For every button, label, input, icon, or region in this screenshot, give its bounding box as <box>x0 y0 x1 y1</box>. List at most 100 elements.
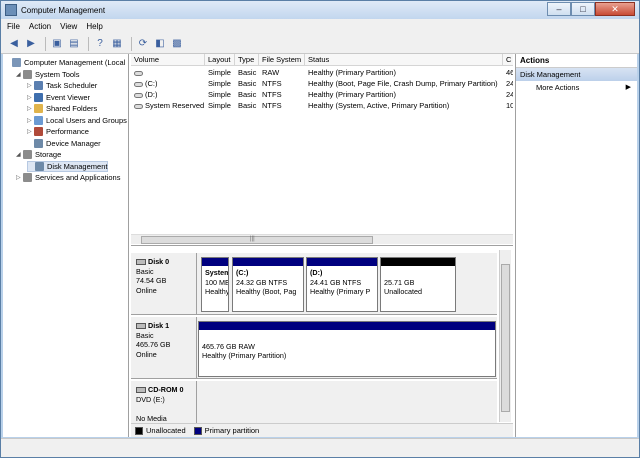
cell-text: Healthy (System, Active, Primary Partiti… <box>308 101 450 110</box>
disk-info-line: Basic <box>136 266 154 276</box>
tree-item-system-tools[interactable]: ◢ System Tools <box>16 69 79 80</box>
main-content: Computer Management (Local ◢ System Tools ▷… <box>3 54 637 437</box>
more-actions-item[interactable]: More Actions ▶ <box>516 81 637 94</box>
partition-line: 465.76 GB RAW <box>202 341 255 351</box>
cell-text: System Reserved <box>145 101 205 110</box>
column-header[interactable]: Status <box>305 54 503 66</box>
vertical-scrollbar[interactable] <box>499 250 511 422</box>
back-arrow-icon[interactable]: ◀ <box>7 37 21 51</box>
minimize-button[interactable]: – <box>547 2 571 16</box>
partition-block[interactable]: (C:) 24.32 GB NTFS Healthy (Boot, Pag <box>232 257 304 312</box>
disk-info-line: 465.76 GB <box>136 340 171 349</box>
tree-node-icon <box>23 150 32 159</box>
settings-icon[interactable]: ▩ <box>170 37 184 51</box>
disk-label-disk-0[interactable]: Disk 0 Basic 74.54 GB Online <box>131 253 197 315</box>
horizontal-scrollbar[interactable]: ||| <box>131 234 513 244</box>
column-header[interactable]: Volume <box>131 54 205 66</box>
volume-drive-icon <box>134 70 143 76</box>
column-header[interactable]: File System <box>259 54 305 66</box>
disk-info-line: Online <box>136 349 157 359</box>
partition-block[interactable]: 465.76 GB RAW Healthy (Primary Partition) <box>198 321 496 377</box>
cell-text: 24 <box>506 79 513 88</box>
partition-line: Healthy <box>205 287 228 296</box>
cell-text: Simple <box>208 90 231 99</box>
show-hide-tree-icon[interactable]: ▤ <box>67 37 81 51</box>
partition-title: (D:) <box>310 268 323 277</box>
disk-partition-row: 465.76 GB RAW Healthy (Primary Partition) <box>197 317 497 379</box>
cell-text: Basic <box>238 68 257 77</box>
cdrom-icon <box>136 387 146 394</box>
tree-item-disk-management[interactable]: Disk Management <box>27 160 109 172</box>
tree-item-storage[interactable]: ◢ Storage <box>16 149 61 160</box>
column-header[interactable]: Layout <box>205 54 235 66</box>
table-row[interactable]: (D:) Simple Basic NTFS Healthy (Primary Part… <box>131 89 513 100</box>
table-cell: Simple <box>205 67 235 78</box>
tree-item-computer-management-local[interactable]: Computer Management (Local <box>5 57 125 68</box>
forward-arrow-icon[interactable]: ▶ <box>24 37 38 51</box>
disk-map: Disk 0Basic74.54 GBOnlineSystem100 MEHea… <box>131 250 513 437</box>
column-header[interactable]: C <box>503 54 513 66</box>
refresh-icon[interactable]: ⟳ <box>136 37 150 51</box>
table-cell: Simple <box>205 89 235 100</box>
tree-item-shared-folders[interactable]: ▷ Shared Folders <box>27 103 97 114</box>
center-pane: Volume Layout Type File System Status C Simpl… <box>131 54 513 437</box>
cell-text: NTFS <box>262 101 282 110</box>
tree-node-icon <box>23 173 32 182</box>
partition-line: 24.41 GB NTFS <box>310 277 362 287</box>
expand-arrow-icon[interactable]: ▷ <box>27 117 34 124</box>
maximize-button[interactable]: □ <box>571 2 595 16</box>
menu-file[interactable]: File <box>7 22 20 31</box>
table-cell: Healthy (Primary Partition) <box>305 89 503 100</box>
tree-item-device-manager[interactable]: Device Manager <box>27 138 101 149</box>
cell-text: Healthy (Boot, Page File, Crash Dump, Pr… <box>308 79 498 88</box>
actions-section-disk-management[interactable]: Disk Management <box>516 68 637 81</box>
table-row[interactable]: Simple Basic RAW Healthy (Primary Partition… <box>131 67 513 78</box>
tree-item-task-scheduler[interactable]: ▷ Task Scheduler <box>27 80 97 91</box>
tree-item-local-users-and-groups[interactable]: ▷ Local Users and Groups <box>27 115 127 126</box>
expand-arrow-icon[interactable]: ▷ <box>27 105 34 112</box>
partition-title: System <box>205 268 228 277</box>
expand-arrow-icon[interactable]: ▷ <box>27 82 34 89</box>
scrollbar-thumb[interactable]: ||| <box>141 236 373 244</box>
tree-node-icon <box>35 161 44 171</box>
properties-icon[interactable]: ▦ <box>110 37 124 51</box>
tree-item-performance[interactable]: ▷ Performance <box>27 126 89 137</box>
partition-title <box>202 332 492 342</box>
partition-block[interactable]: (D:) 24.41 GB NTFS Healthy (Primary P <box>306 257 378 312</box>
cell-text: NTFS <box>262 79 282 88</box>
expand-arrow-icon[interactable]: ▷ <box>16 174 23 181</box>
export-icon[interactable]: ◧ <box>153 37 167 51</box>
tree-node-icon <box>34 127 43 136</box>
title-bar[interactable]: Computer Management – □ ✕ <box>1 1 639 19</box>
menu-action[interactable]: Action <box>29 22 51 31</box>
tree-node-icon <box>34 115 43 125</box>
table-row[interactable]: System Reserved Simple Basic NTFS Healthy (S… <box>131 100 513 111</box>
partition-block[interactable]: System100 MEHealthy <box>201 257 229 312</box>
partition-info: System100 MEHealthy <box>202 266 228 299</box>
disk-info-line: 74.54 GB <box>136 276 167 285</box>
up-folder-icon[interactable]: ▣ <box>50 37 64 51</box>
tree-item-services-and-applications[interactable]: ▷ Services and Applications <box>16 172 120 183</box>
primary-partition-swatch <box>193 426 202 435</box>
scrollbar-thumb[interactable] <box>501 264 510 412</box>
close-button[interactable]: ✕ <box>595 2 635 16</box>
tree-item-event-viewer[interactable]: ▷ Event Viewer <box>27 92 90 103</box>
volume-list: Volume Layout Type File System Status C Simpl… <box>131 54 513 246</box>
unallocated-space[interactable]: 25.71 GB Unallocated <box>380 257 456 312</box>
expand-arrow-icon[interactable]: ◢ <box>16 151 23 158</box>
tree-item-label: Computer Management (Local <box>24 58 126 67</box>
computer-management-icon <box>5 4 17 16</box>
menu-help[interactable]: Help <box>86 22 102 31</box>
legend-unallocated: Unallocated <box>146 426 186 435</box>
help-icon[interactable]: ? <box>93 37 107 51</box>
volume-list-header: Volume Layout Type File System Status C <box>131 54 513 66</box>
tree-node-icon <box>34 92 43 102</box>
disk-name: CD-ROM 0 <box>148 385 184 394</box>
column-header[interactable]: Type <box>235 54 259 66</box>
menu-view[interactable]: View <box>60 22 77 31</box>
table-row[interactable]: (C:) Simple Basic NTFS Healthy (Boot, Page F… <box>131 78 513 89</box>
disk-label-disk-1[interactable]: Disk 1 Basic 465.76 GB Online <box>131 317 197 379</box>
expand-arrow-icon[interactable]: ▷ <box>27 94 34 101</box>
expand-arrow-icon[interactable]: ◢ <box>16 71 23 78</box>
expand-arrow-icon[interactable]: ▷ <box>27 128 34 135</box>
